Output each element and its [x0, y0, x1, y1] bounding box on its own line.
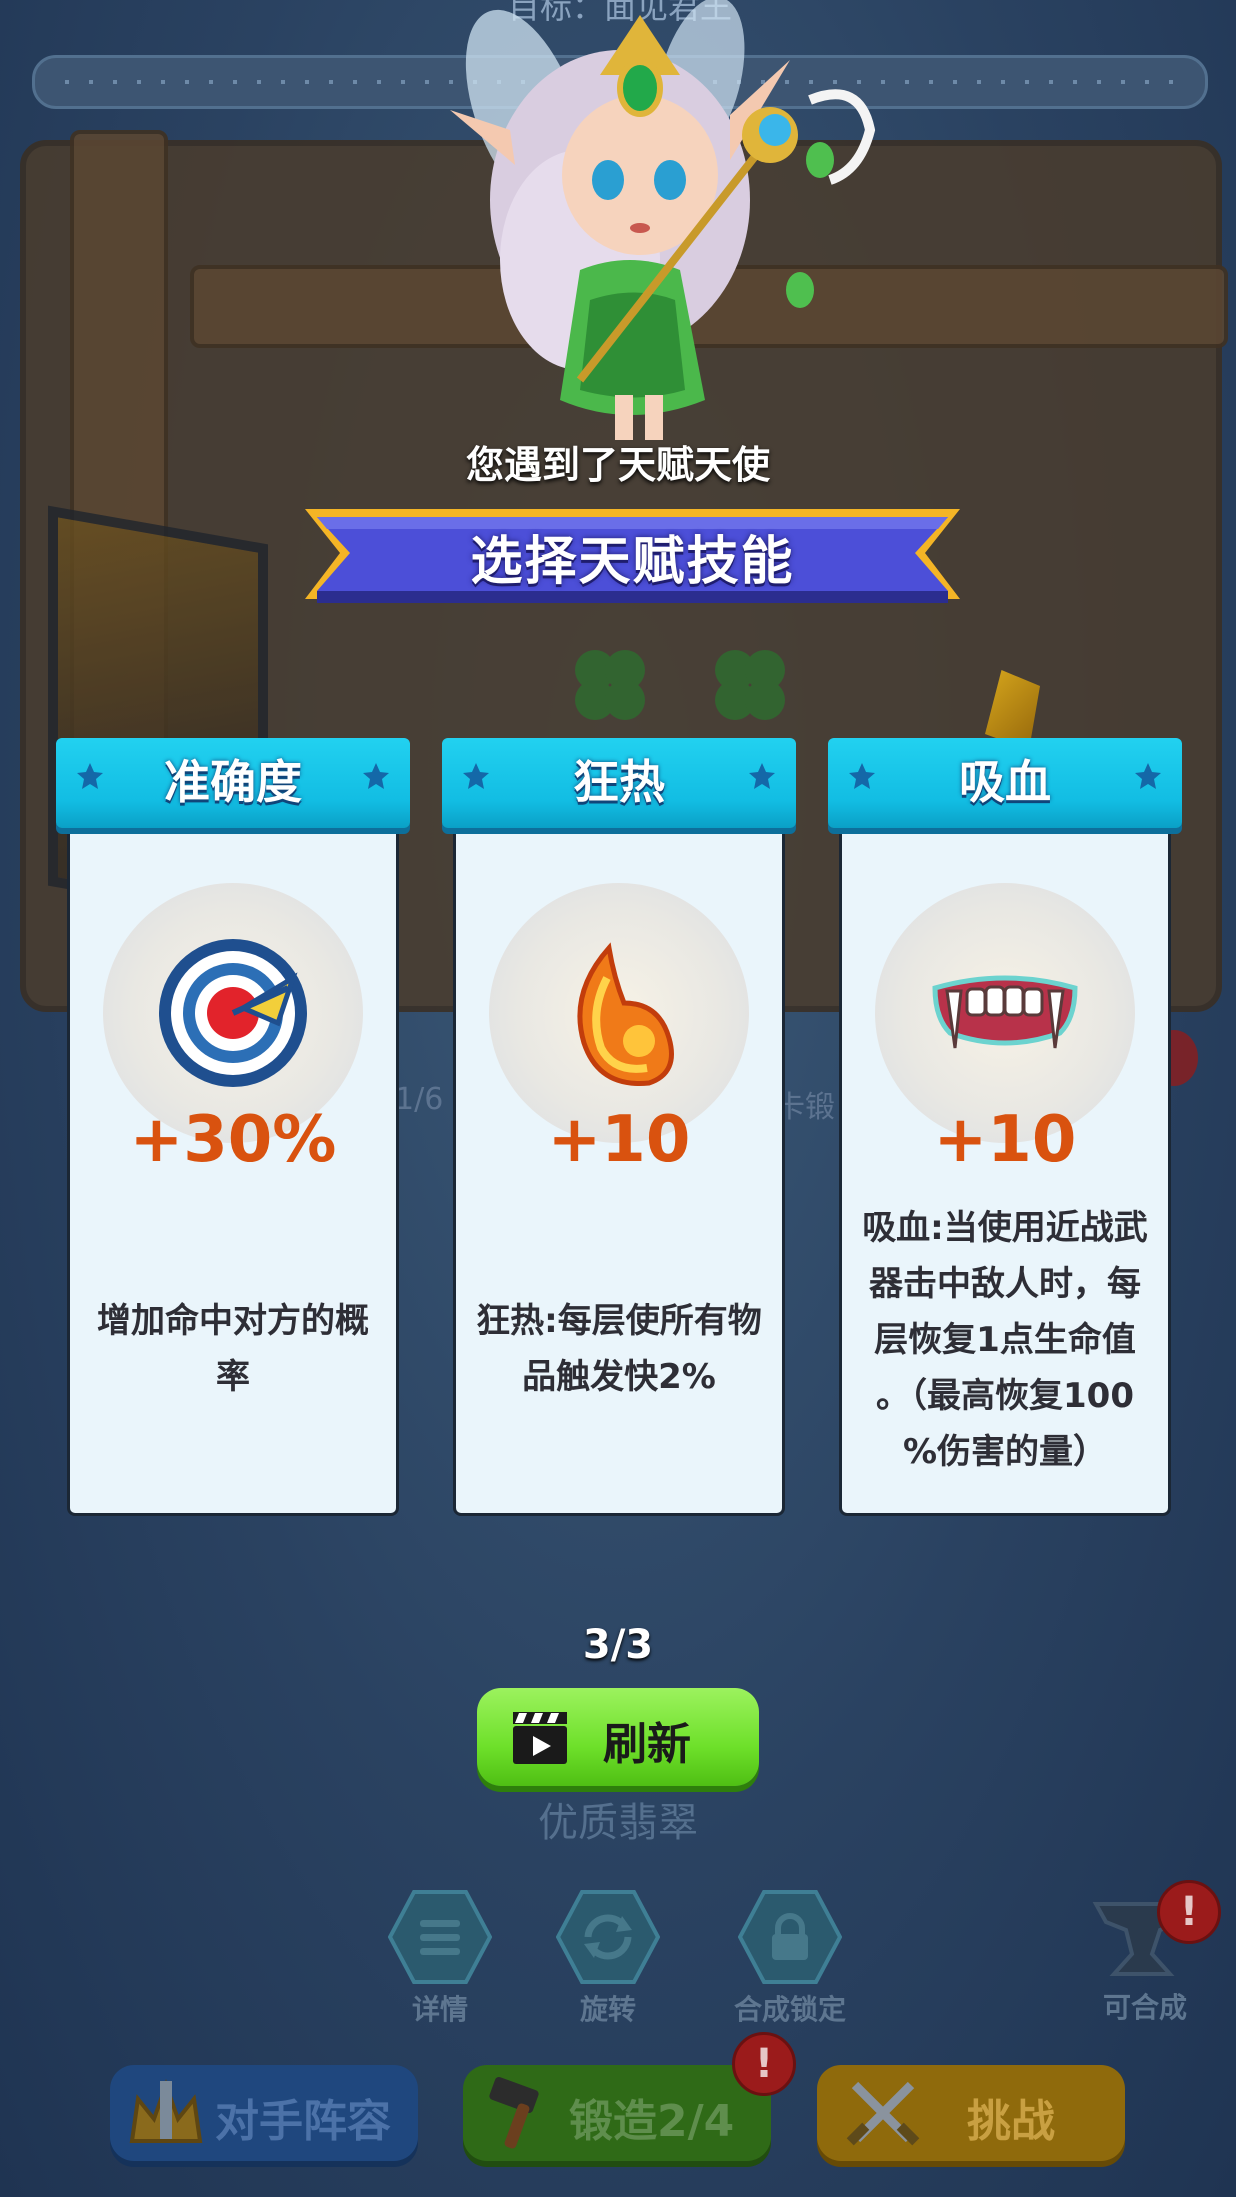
forge-alert-icon: !	[732, 2032, 796, 2096]
card-description-line: 增加命中对方的概	[97, 1301, 369, 1341]
talent-card-frenzy[interactable]: 狂热 +10 狂热:每层使所有物 品触发快2%	[442, 738, 796, 1520]
card-title: 吸血	[959, 755, 1051, 809]
rotate-icon	[555, 1890, 661, 1984]
refresh-button[interactable]: 刷新	[477, 1688, 759, 1786]
clapperboard-icon	[513, 1712, 567, 1764]
card-description-line: 狂热:每层使所有物	[476, 1301, 762, 1341]
clover-icon	[575, 650, 645, 720]
crossed-swords-icon	[846, 2081, 920, 2146]
card-description: 增加命中对方的概 率	[80, 1293, 386, 1405]
forge-button[interactable]: 锻造2/4	[463, 2065, 771, 2161]
card-title: 狂热	[573, 755, 665, 809]
card-header: 准确度	[56, 738, 410, 828]
tool-label: 旋转	[579, 1993, 636, 2026]
tool-label: 详情	[411, 1993, 468, 2026]
card-header: 吸血	[828, 738, 1182, 828]
tool-label: 合成锁定	[733, 1993, 846, 2026]
card-description: 狂热:每层使所有物 品触发快2%	[466, 1293, 772, 1405]
card-header: 狂热	[442, 738, 796, 828]
hammer-icon	[489, 2076, 539, 2149]
details-tool-button[interactable]: 详情	[375, 1890, 505, 2028]
select-talent-banner: 选择天赋技能	[305, 505, 960, 609]
lock-icon	[737, 1890, 843, 1984]
item-quality-label: 优质翡翠	[538, 1800, 698, 1846]
card-description-line: 品触发快2%	[522, 1357, 716, 1397]
card-description-line: 。（最高恢复100	[876, 1376, 1134, 1416]
card-description-line: 吸血:当使用近战武	[862, 1208, 1148, 1248]
card-description-line: %伤害的量）	[902, 1432, 1108, 1472]
craft-label: 可合成	[1102, 1991, 1187, 2024]
card-value: +30%	[129, 1103, 337, 1177]
list-icon	[387, 1890, 493, 1984]
card-description: 吸血:当使用近战武 器击中敌人时，每 层恢复1点生命值 。（最高恢复100 %伤…	[852, 1200, 1158, 1480]
card-description-line: 率	[216, 1357, 250, 1397]
talent-card-lifesteal[interactable]: 吸血 +10 吸血:当使用近战武 器击中敌人时，每 层恢复1点生命值 。（最高恢…	[828, 738, 1182, 1520]
refresh-label: 刷新	[603, 1719, 691, 1770]
encounter-text: 您遇到了天赋天使	[465, 443, 770, 487]
talent-angel-character	[450, 0, 876, 440]
opponent-lineup-button[interactable]: 对手阵容	[110, 2065, 418, 2161]
challenge-label: 挑战	[967, 2096, 1055, 2147]
opponent-lineup-label: 对手阵容	[215, 2096, 391, 2147]
rotate-tool-button[interactable]: 旋转	[543, 1890, 673, 2028]
card-value: +10	[547, 1103, 691, 1177]
craft-alert-icon: !	[1157, 1880, 1221, 1944]
card-title: 准确度	[164, 755, 302, 809]
talent-card-accuracy[interactable]: 准确度 +30% 增加命中对方的概 率	[56, 738, 410, 1520]
card-description-line: 器击中敌人时，每	[869, 1264, 1141, 1304]
card-value: +10	[933, 1103, 1077, 1177]
merge-lock-tool-button[interactable]: 合成锁定	[720, 1890, 860, 2028]
card-description-line: 层恢复1点生命值	[874, 1320, 1136, 1360]
clover-icon	[715, 650, 785, 720]
challenge-button[interactable]: 挑战	[817, 2065, 1125, 2161]
crown-icon	[129, 2078, 203, 2143]
refresh-count: 3/3	[582, 1622, 654, 1668]
forge-label: 锻造2/4	[569, 2096, 735, 2147]
banner-title: 选择天赋技能	[470, 532, 795, 592]
game-screen: { "background": { "top_title": "目标：面见君王"…	[0, 0, 1236, 2197]
